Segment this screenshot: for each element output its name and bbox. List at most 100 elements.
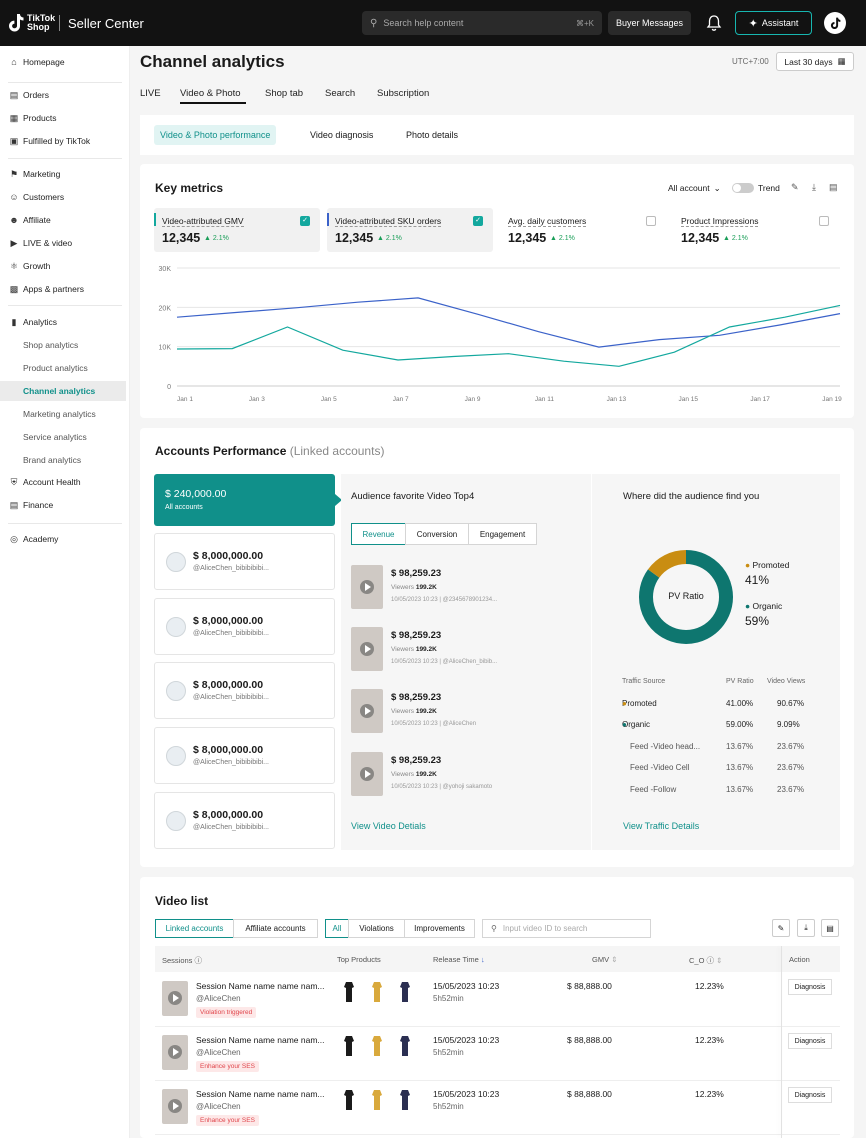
date-range-select[interactable]: Last 30 days ▦	[776, 52, 854, 71]
product-thumbnail[interactable]	[398, 1089, 412, 1111]
account-card[interactable]: $ 8,000,000.00 @AliceChen_bibibibibi...	[154, 727, 335, 784]
video-thumbnail[interactable]	[351, 689, 383, 733]
video-thumbnail[interactable]	[351, 565, 383, 609]
metric-card[interactable]: Video-attributed GMV 12,345 ▲ 2.1% ✓	[154, 208, 320, 252]
product-thumbnail[interactable]	[370, 1089, 384, 1111]
sidebar-item-marketing[interactable]: ⚑ Marketing	[0, 164, 126, 184]
sidebar-item-analytics[interactable]: ▮ Analytics	[0, 312, 126, 332]
sidebar-item-live-video[interactable]: ▶ LIVE & video	[0, 233, 126, 253]
top-video-item[interactable]: $ 98,259.23 Viewers 199.2K 10/05/2023 10:2…	[351, 752, 581, 802]
download-icon[interactable]: ⤓	[812, 182, 816, 193]
col-release-time[interactable]: Release Time ↓	[433, 955, 485, 964]
product-thumbnail[interactable]	[342, 1035, 356, 1057]
diagnosis-button[interactable]: Diagnosis	[788, 1033, 832, 1049]
sidebar-item-channel-analytics[interactable]: Channel analytics	[0, 381, 126, 401]
tab-live[interactable]: LIVE	[140, 88, 161, 99]
bell-icon[interactable]	[706, 14, 722, 32]
metric-card[interactable]: Video-attributed SKU orders 12,345 ▲ 2.1% ✓	[327, 208, 493, 252]
product-thumbnail[interactable]	[342, 1089, 356, 1111]
product-thumbnail[interactable]	[398, 1035, 412, 1057]
affiliate-accounts-tab[interactable]: Affiliate accounts	[233, 919, 318, 938]
product-thumbnail[interactable]	[370, 1035, 384, 1057]
edit-icon[interactable]: ✎	[772, 919, 790, 937]
session-thumbnail[interactable]	[162, 1035, 188, 1070]
x-tick-label: Jan 15	[678, 396, 698, 403]
sidebar-item-products[interactable]: ▦ Products	[0, 108, 126, 128]
account-filter[interactable]: All account ⌄	[668, 183, 721, 194]
download-icon[interactable]: ⤓	[797, 919, 815, 937]
session-thumbnail[interactable]	[162, 981, 188, 1016]
diagnosis-button[interactable]: Diagnosis	[788, 1087, 832, 1103]
tiktok-shop-logo[interactable]: TikTok Shop Seller Center	[8, 13, 144, 33]
tab-video-photo[interactable]: Video & Photo	[180, 88, 241, 99]
filter-violations[interactable]: Violations	[348, 919, 405, 938]
video-thumbnail[interactable]	[351, 627, 383, 671]
sidebar-item-apps-partners[interactable]: ▩ Apps & partners	[0, 279, 126, 299]
sidebar-item-growth[interactable]: ⚛ Growth	[0, 256, 126, 276]
subtab-video-diagnosis[interactable]: Video diagnosis	[304, 125, 379, 145]
metric-checkbox[interactable]	[646, 216, 656, 226]
subtab-photo-details[interactable]: Photo details	[400, 125, 464, 145]
linked-accounts-tab[interactable]: Linked accounts	[155, 919, 234, 938]
sidebar-item-marketing-analytics[interactable]: Marketing analytics	[0, 404, 126, 424]
top-video-item[interactable]: $ 98,259.23 Viewers 199.2K 10/05/2023 10:2…	[351, 627, 581, 677]
view-video-details-link[interactable]: View Video Detials	[351, 821, 426, 831]
account-avatar[interactable]	[824, 12, 846, 34]
filter-improvements[interactable]: Improvements	[404, 919, 475, 938]
top-video-item[interactable]: $ 98,259.23 Viewers 199.2K 10/05/2023 10:2…	[351, 689, 581, 739]
sidebar-item-finance[interactable]: ▤ Finance	[0, 495, 126, 515]
session-thumbnail[interactable]	[162, 1089, 188, 1124]
session-handle: @AliceChen	[196, 1102, 241, 1111]
product-thumbnail[interactable]	[342, 981, 356, 1003]
metric-checkbox[interactable]: ✓	[300, 216, 310, 226]
sidebar-item-account-health[interactable]: ⛨ Account Health	[0, 472, 126, 492]
tab-subscription[interactable]: Subscription	[377, 88, 429, 99]
metric-card[interactable]: Avg. daily customers 12,345 ▲ 2.1%	[500, 208, 666, 252]
col-gmv[interactable]: GMV ⇕	[592, 955, 617, 964]
metric-card[interactable]: Product Impressions 12,345 ▲ 2.1%	[673, 208, 839, 252]
sidebar-item-fulfilled-by-tiktok[interactable]: ▣ Fulfilled by TikTok	[0, 131, 126, 151]
diagnosis-button[interactable]: Diagnosis	[788, 979, 832, 995]
sidebar-item-customers[interactable]: ☺ Customers	[0, 187, 126, 207]
table-row[interactable]: Session Name name name nam... @AliceChen E…	[155, 1027, 840, 1081]
trend-toggle[interactable]	[732, 183, 754, 193]
video-id-search-input[interactable]: ⚲ Input video ID to search	[482, 919, 651, 938]
video-tab-revenue[interactable]: Revenue	[351, 523, 406, 545]
product-thumbnail[interactable]	[370, 981, 384, 1003]
document-icon[interactable]: ▤	[821, 919, 839, 937]
account-card[interactable]: $ 8,000,000.00 @AliceChen_bibibibibi...	[154, 792, 335, 849]
sidebar-item-service-analytics[interactable]: Service analytics	[0, 427, 126, 447]
sidebar-item-orders[interactable]: ▤ Orders	[0, 85, 126, 105]
sidebar-item-brand-analytics[interactable]: Brand analytics	[0, 450, 126, 470]
table-row[interactable]: Session Name name name nam... @AliceChen V…	[155, 973, 840, 1027]
document-icon[interactable]: ▤	[829, 182, 838, 193]
table-row[interactable]: Session Name name name nam... @AliceChen E…	[155, 1081, 840, 1135]
filter-all[interactable]: All	[325, 919, 349, 938]
account-card[interactable]: $ 8,000,000.00 @AliceChen_bibibibibi...	[154, 533, 335, 590]
sidebar-item-homepage[interactable]: ⌂ Homepage	[0, 52, 126, 72]
sidebar-item-shop-analytics[interactable]: Shop analytics	[0, 335, 126, 355]
col-co[interactable]: C_O ⓘ ⇕	[689, 955, 722, 966]
help-search-input[interactable]: ⚲ Search help content ⌘+K	[362, 11, 602, 35]
tab-shop-tab[interactable]: Shop tab	[265, 88, 303, 99]
video-tab-engagement[interactable]: Engagement	[468, 523, 537, 545]
assistant-button[interactable]: ✦ Assistant	[735, 11, 812, 35]
metric-checkbox[interactable]: ✓	[473, 216, 483, 226]
donut-segment-promoted[interactable]	[647, 550, 687, 578]
video-thumbnail[interactable]	[351, 752, 383, 796]
account-card[interactable]: $ 8,000,000.00 @AliceChen_bibibibibi...	[154, 662, 335, 719]
sidebar-item-affiliate[interactable]: ☻ Affiliate	[0, 210, 126, 230]
video-tab-conversion[interactable]: Conversion	[405, 523, 469, 545]
product-thumbnail[interactable]	[398, 981, 412, 1003]
tab-search[interactable]: Search	[325, 88, 355, 99]
account-card[interactable]: $ 8,000,000.00 @AliceChen_bibibibibi...	[154, 598, 335, 655]
all-accounts-card[interactable]: $ 240,000.00 All accounts	[154, 474, 342, 526]
edit-icon[interactable]: ✎	[791, 182, 799, 193]
sidebar-item-product-analytics[interactable]: Product analytics	[0, 358, 126, 378]
buyer-messages-button[interactable]: Buyer Messages	[608, 11, 691, 35]
top-video-item[interactable]: $ 98,259.23 Viewers 199.2K 10/05/2023 10:2…	[351, 565, 581, 615]
view-traffic-details-link[interactable]: View Traffic Details	[623, 821, 699, 831]
subtab-video-photo-performance[interactable]: Video & Photo performance	[154, 125, 277, 145]
sidebar-item-academy[interactable]: ◎ Academy	[0, 529, 126, 549]
metric-checkbox[interactable]	[819, 216, 829, 226]
